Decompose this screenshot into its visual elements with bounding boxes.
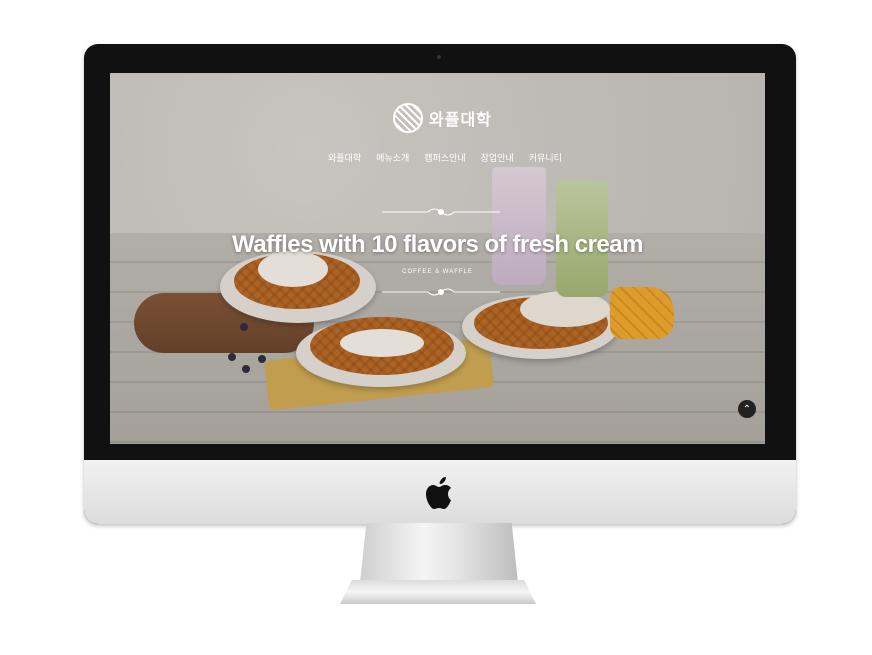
- hero-subline: COFFEE & WAFFLE: [402, 269, 473, 275]
- logo-text: 와플대학: [429, 112, 492, 129]
- main-navigation: 와플대학 메뉴소개 캠퍼스안내 창업안내 커뮤니티: [328, 151, 562, 164]
- website-screen: 와플대학 와플대학 메뉴소개 캠퍼스안내 창업안내 커뮤니티 Waffles w…: [110, 73, 765, 444]
- waffle-logo-icon: [393, 103, 423, 133]
- camera-dot: [437, 55, 441, 59]
- nav-item-community[interactable]: 커뮤니티: [529, 151, 562, 164]
- site-logo[interactable]: 와플대학: [393, 103, 492, 133]
- nav-item-about[interactable]: 와플대학: [328, 151, 361, 164]
- nav-item-campus[interactable]: 캠퍼스안내: [424, 151, 465, 164]
- chevron-up-icon: ⌃: [742, 403, 752, 415]
- nav-item-menu[interactable]: 메뉴소개: [376, 151, 409, 164]
- monitor-chin: [84, 460, 796, 524]
- ornament-top-icon: [382, 208, 500, 216]
- ornament-bottom-icon: [382, 288, 500, 296]
- hero-headline: Waffles with 10 flavors of fresh cream: [232, 231, 643, 258]
- scroll-to-top-button[interactable]: ⌃: [738, 400, 756, 418]
- nav-item-franchise[interactable]: 창업안내: [481, 151, 514, 164]
- monitor-stand-base: [340, 580, 536, 604]
- apple-logo-icon: [426, 477, 451, 509]
- monitor-stand-neck: [360, 523, 518, 583]
